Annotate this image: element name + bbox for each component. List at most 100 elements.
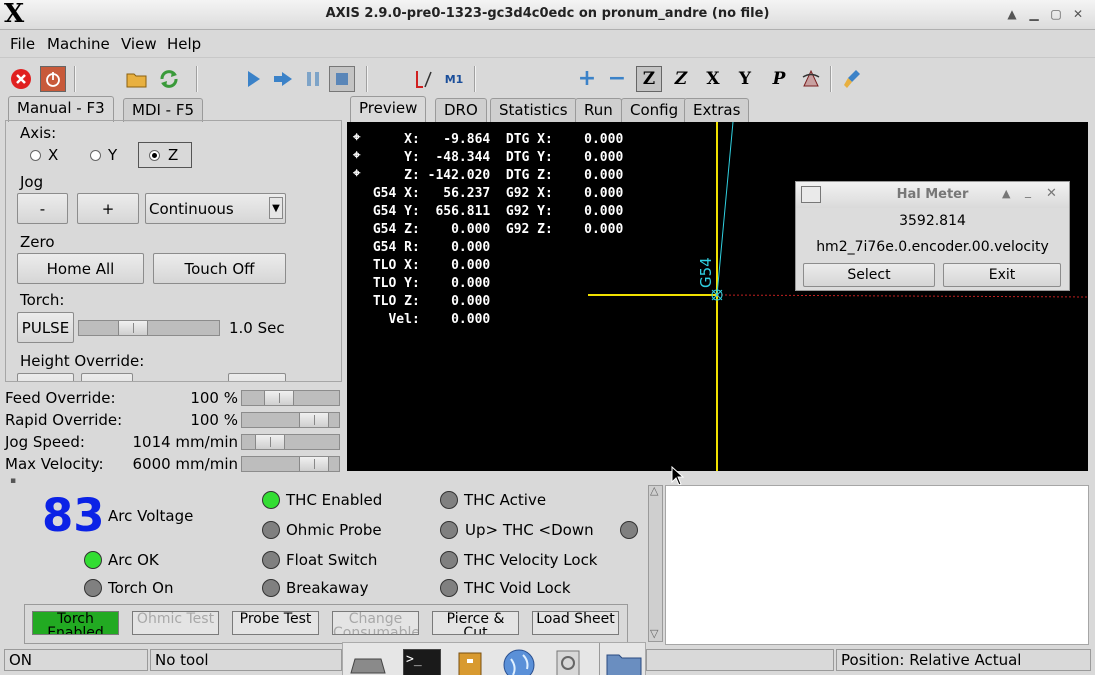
max-velocity-label: Max Velocity: — [5, 455, 104, 473]
jog-speed-slider[interactable] — [241, 434, 340, 450]
pierce-cut-button[interactable]: Pierce & Cut — [432, 611, 519, 635]
minimize-icon[interactable]: ▁ — [1024, 6, 1044, 23]
browser-globe-icon[interactable] — [501, 647, 537, 675]
status-position: Position: Relative Actual — [836, 649, 1091, 671]
scroll-up-icon[interactable]: △ — [650, 484, 658, 497]
tab-mdi[interactable]: MDI - F5 — [123, 98, 204, 122]
ohmic-probe-led — [262, 521, 280, 539]
rapid-override-thumb[interactable] — [299, 413, 329, 427]
pause-icon[interactable] — [300, 66, 326, 92]
view-z-icon[interactable]: Z — [636, 66, 662, 92]
height-raise-button[interactable] — [81, 373, 133, 381]
stop-icon[interactable] — [329, 66, 355, 92]
archive-icon[interactable] — [455, 649, 485, 675]
axis-y-radio[interactable] — [90, 150, 101, 161]
maximize-icon[interactable]: ▢ — [1046, 6, 1066, 23]
clear-icon[interactable] — [840, 66, 866, 92]
probe-test-button[interactable]: Probe Test — [232, 611, 319, 635]
zoom-out-icon[interactable]: − — [604, 66, 630, 92]
pulse-slider-thumb[interactable] — [118, 321, 148, 335]
tab-config[interactable]: Config — [621, 98, 688, 122]
hal-meter-exit-button[interactable]: Exit — [943, 263, 1061, 287]
optional-stop-icon[interactable]: M1 — [441, 66, 467, 92]
terminal-icon[interactable]: >_ — [403, 649, 441, 675]
rotate-icon[interactable] — [798, 66, 824, 92]
dro-line-5: G54 Z: 0.000 G92 Z: 0.000 — [365, 222, 624, 237]
minimize-icon[interactable]: _ — [1025, 184, 1031, 198]
toolbar-separator — [830, 66, 832, 92]
block-delete-icon[interactable] — [411, 66, 437, 92]
step-icon[interactable] — [270, 66, 296, 92]
jog-speed-thumb[interactable] — [255, 435, 285, 449]
tab-manual[interactable]: Manual - F3 — [8, 96, 114, 122]
tab-run[interactable]: Run — [575, 98, 622, 122]
hal-meter-pin: hm2_7i76e.0.encoder.00.velocity — [816, 239, 1049, 255]
folder-icon[interactable] — [605, 649, 643, 675]
ohmic-probe-label: Ohmic Probe — [286, 521, 382, 539]
change-consumable-button[interactable]: Change Consumable — [332, 611, 419, 635]
jog-mode-select[interactable]: Continuous ▼ — [145, 193, 286, 224]
close-icon[interactable]: ✕ — [1046, 186, 1057, 201]
height-reset-button[interactable] — [228, 373, 286, 381]
max-velocity-slider[interactable] — [241, 456, 340, 472]
tab-statistics[interactable]: Statistics — [490, 98, 577, 122]
max-velocity-thumb[interactable] — [299, 457, 329, 471]
search-tool-icon[interactable] — [553, 647, 583, 675]
output-text-area[interactable] — [665, 485, 1089, 645]
pulse-slider[interactable] — [78, 320, 220, 336]
toolbar-separator — [366, 66, 368, 92]
menu-view[interactable]: View — [121, 35, 157, 53]
status-tool: No tool — [150, 649, 342, 671]
menu-file[interactable]: File — [10, 35, 35, 53]
pulse-button[interactable]: PULSE — [17, 312, 74, 343]
axis-z-radio[interactable] — [149, 150, 160, 161]
view-x-icon[interactable]: X — [700, 66, 726, 92]
zoom-in-icon[interactable]: + — [574, 66, 600, 92]
estop-icon[interactable] — [8, 66, 34, 92]
breakaway-label: Breakaway — [286, 579, 369, 597]
tab-extras[interactable]: Extras — [684, 98, 750, 122]
jog-label: Jog — [20, 173, 44, 191]
drive-icon[interactable] — [349, 647, 387, 675]
view-y-icon[interactable]: Y — [732, 66, 758, 92]
resize-handle-icon[interactable]: ▪ — [10, 476, 16, 486]
shade-icon[interactable]: ▲ — [1002, 6, 1022, 23]
shade-icon[interactable]: ▲ — [1002, 187, 1010, 200]
torch-enabled-button[interactable]: Torch Enabled — [32, 611, 119, 635]
axis-x-radio[interactable] — [30, 150, 41, 161]
mouse-cursor-icon — [671, 466, 685, 486]
tab-preview[interactable]: Preview — [350, 96, 427, 122]
torch-on-label: Torch On — [108, 579, 174, 597]
run-icon[interactable] — [240, 66, 266, 92]
axis-z-selected[interactable]: Z — [138, 142, 192, 168]
preview-canvas[interactable]: G54 ⌖ ⌖ ⌖ X: -9.864 DTG X: 0.000 Y: -48.… — [347, 122, 1088, 471]
view-p-icon[interactable]: P — [766, 66, 792, 92]
feed-override-slider[interactable] — [241, 390, 340, 406]
jog-minus-button[interactable]: - — [17, 193, 68, 224]
rapid-override-slider[interactable] — [241, 412, 340, 428]
home-all-button[interactable]: Home All — [17, 253, 144, 284]
thc-active-led — [440, 491, 458, 509]
reload-icon[interactable] — [156, 66, 182, 92]
scrollbar[interactable]: △ ▽ — [648, 484, 663, 642]
open-icon[interactable] — [124, 66, 150, 92]
thc-velocity-lock-label: THC Velocity Lock — [464, 551, 598, 569]
thc-down-led — [620, 521, 638, 539]
menu-help[interactable]: Help — [167, 35, 201, 53]
hal-meter-select-button[interactable]: Select — [803, 263, 935, 287]
menu-machine[interactable]: Machine — [47, 35, 110, 53]
tab-dro[interactable]: DRO — [435, 98, 487, 122]
axis-y-label: Y — [108, 146, 118, 164]
jog-plus-button[interactable]: + — [77, 193, 139, 224]
power-icon[interactable] — [40, 66, 66, 92]
height-lower-button[interactable] — [17, 373, 74, 381]
load-sheet-button[interactable]: Load Sheet — [532, 611, 619, 635]
close-icon[interactable]: ✕ — [1068, 6, 1088, 23]
view-z2-icon[interactable]: Z — [668, 66, 694, 92]
ohmic-test-button[interactable]: Ohmic Test — [132, 611, 219, 635]
feed-override-thumb[interactable] — [264, 391, 294, 405]
dro-line-7: TLO X: 0.000 — [365, 258, 491, 273]
scroll-down-icon[interactable]: ▽ — [650, 627, 658, 640]
touch-off-button[interactable]: Touch Off — [153, 253, 286, 284]
chevron-down-icon[interactable]: ▼ — [269, 197, 283, 219]
